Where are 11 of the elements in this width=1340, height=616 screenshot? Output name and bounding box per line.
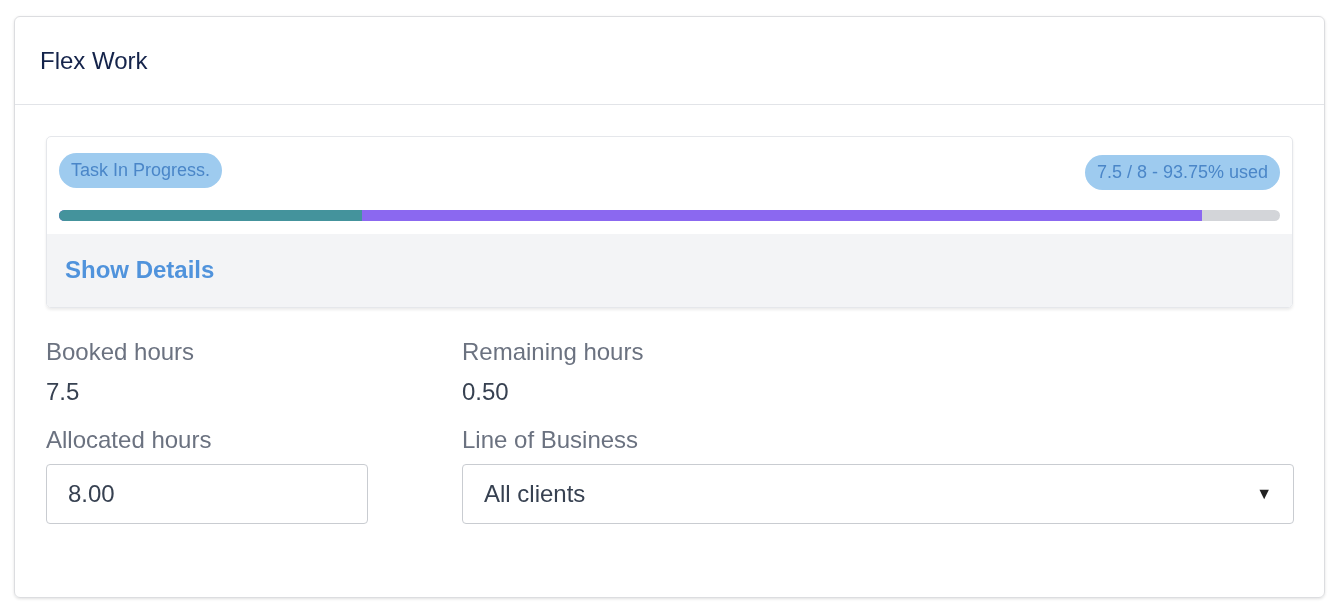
stat-value: 0.50 bbox=[462, 378, 510, 406]
input-field[interactable]: 8.00 bbox=[46, 464, 368, 524]
card-title: Flex Work bbox=[40, 46, 148, 75]
status-badge: Task In Progress. bbox=[59, 152, 223, 188]
stat-label: Booked hours bbox=[46, 338, 196, 366]
field-label: Line of Business bbox=[462, 426, 640, 454]
stat-label: Remaining hours bbox=[462, 338, 645, 366]
usage-badge: 7.5 / 8 - 93.75% used bbox=[1084, 155, 1280, 190]
field-label: Allocated hours bbox=[46, 426, 213, 454]
dropdown-field[interactable]: All clients ▼ bbox=[462, 464, 1294, 524]
stat-value: 7.5 bbox=[46, 378, 81, 406]
